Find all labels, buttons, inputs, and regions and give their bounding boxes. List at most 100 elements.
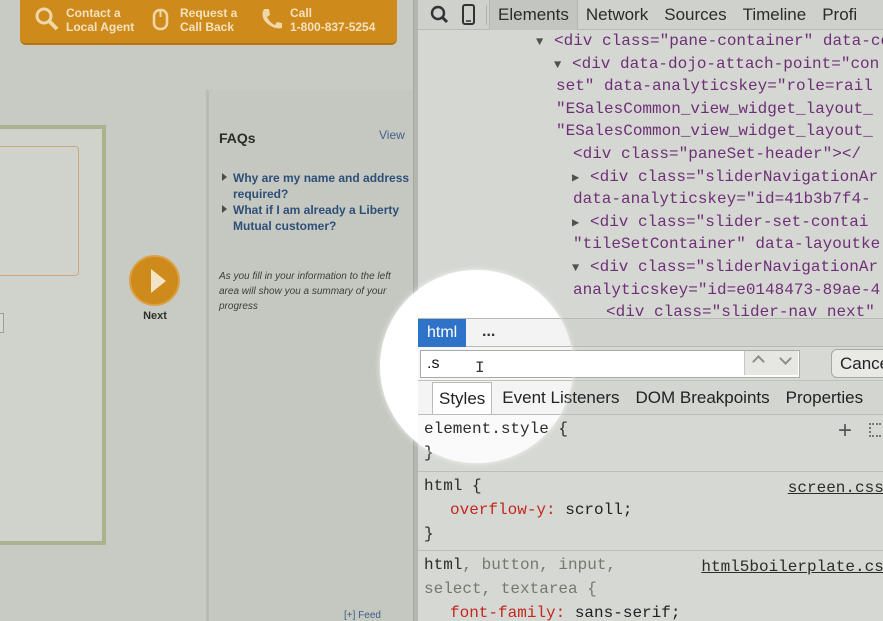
tab-elements[interactable]: Elements	[489, 0, 578, 30]
expand-right-icon[interactable]: ▶	[572, 167, 590, 190]
rule-boilerplate-selector-main: html	[424, 556, 463, 574]
dom-node-line[interactable]: ▼ <div data-dojo-attach-point="con	[554, 53, 879, 77]
dom-node-text: <div class="slider-nav next"	[606, 303, 875, 318]
search-cancel-button[interactable]: Cance	[831, 349, 883, 378]
rule-html-close: }	[424, 525, 434, 543]
font-family-value[interactable]: sans-serif;	[575, 604, 681, 621]
dom-node-text: data-analyticskey="id=41b3b7f4-	[573, 190, 871, 209]
call-phone-link[interactable]: Call 1-800-837-5254	[258, 6, 375, 34]
cursor-spotlight: html ... .s I Styles Event Listeners ele…	[380, 270, 573, 463]
next-button[interactable]	[129, 255, 180, 306]
tab-profiles[interactable]: Profi	[814, 0, 865, 30]
dom-node-line[interactable]: "ESalesCommon_view_widget_layout_	[556, 98, 873, 121]
rule-html-source[interactable]: screen.css:1	[788, 476, 883, 500]
request-callback-link[interactable]: Request a Call Back	[148, 6, 237, 34]
faq-title: FAQs	[219, 130, 256, 146]
spotlight-search-input[interactable]: .s	[420, 350, 573, 378]
dom-node-text: "ESalesCommon_view_widget_layout_	[556, 122, 873, 141]
add-rule-icon[interactable]: +	[838, 419, 852, 443]
search-agent-icon	[34, 6, 60, 32]
phone-icon	[258, 6, 284, 32]
dom-node-line[interactable]: <div class="paneSet-header"></	[573, 143, 861, 166]
dom-node-line[interactable]: <div class="slider-nav next"	[606, 301, 875, 318]
spotlight-subtabs: Styles Event Listeners	[418, 381, 573, 415]
contact-agent-line2: Local Agent	[66, 20, 135, 34]
spotlight-rule-element-style[interactable]: element.style { }	[418, 417, 573, 463]
dom-node-line[interactable]: analyticskey="id=e0148473-89ae-4	[573, 279, 880, 302]
dom-node-line[interactable]: ▼ <div class="pane-container" data-co	[536, 30, 883, 54]
spotlight-breadcrumb-html[interactable]: html	[418, 319, 467, 347]
dom-node-text: <div class="pane-container" data-co	[554, 32, 883, 50]
dom-node-line[interactable]: ▶ <div class="slider-set-contai	[572, 211, 868, 235]
spotlight-breadcrumb-more[interactable]: ...	[482, 319, 495, 345]
phone-number: 1-800-837-5254	[290, 20, 376, 34]
faq-item-name-address[interactable]: Why are my name and address required?	[221, 170, 411, 202]
rule-boilerplate-property: font-family: sans-serif;	[450, 604, 681, 621]
dom-node-line[interactable]: "tileSetContainer" data-layoutke	[573, 233, 880, 256]
spotlight-subtab-event-listeners[interactable]: Event Listeners	[496, 382, 573, 414]
spotlight-breadcrumb: html ...	[418, 318, 573, 347]
rule-html[interactable]: screen.css:1 html { overflow-y: scroll; …	[418, 474, 883, 551]
dom-node-text: <div class="slider-set-contai	[590, 212, 869, 231]
font-family-prop[interactable]: font-family	[450, 604, 556, 621]
spotlight-subtab-styles[interactable]: Styles	[432, 382, 493, 414]
next-label: Next	[143, 310, 167, 322]
dom-node-line[interactable]: "ESalesCommon_view_widget_layout_	[556, 120, 873, 143]
text-cursor-icon: I	[475, 359, 485, 377]
form-text-area[interactable]	[0, 146, 79, 276]
contact-agent-link[interactable]: Contact a Local Agent	[34, 6, 134, 34]
spotlight-styles-pane: element.style { }	[418, 415, 573, 463]
dom-node-line[interactable]: ▶ <div class="sliderNavigationAr	[572, 166, 878, 190]
inspect-search-icon[interactable]	[418, 0, 454, 30]
expand-down-icon[interactable]: ▼	[572, 257, 590, 280]
dom-node-text: <div data-dojo-attach-point="con	[572, 54, 880, 73]
search-nav	[744, 351, 798, 375]
request-callback-line2: Call Back	[180, 20, 235, 34]
tab-sources[interactable]: Sources	[656, 0, 734, 30]
expand-down-icon[interactable]: ▼	[554, 54, 572, 77]
feedback-link[interactable]: [+] Feed	[344, 610, 381, 621]
devtools-toolbar: Elements Network Sources Timeline Profi	[418, 0, 883, 30]
contact-bar: Contact a Local Agent Request a Call Back …	[20, 0, 397, 45]
spotlight-element-style-close: }	[424, 444, 434, 462]
rule-html-selector: html {	[424, 477, 482, 495]
dom-node-line[interactable]: set" data-analyticskey="role=rail	[556, 75, 873, 98]
webpage-viewport: Contact a Local Agent Request a Call Back …	[0, 0, 417, 621]
dom-node-text: "tileSetContainer" data-layoutke	[573, 235, 881, 254]
dom-node-text: "ESalesCommon_view_widget_layout_	[556, 99, 873, 118]
device-mode-icon[interactable]	[454, 0, 484, 30]
contact-agent-line1: Contact a	[66, 6, 121, 20]
small-input-field[interactable]	[0, 313, 4, 333]
subtab-dom-breakpoints[interactable]: DOM Breakpoints	[629, 382, 775, 414]
dom-node-line[interactable]: data-analyticskey="id=41b3b7f4-	[573, 188, 871, 211]
faq-item-existing-customer[interactable]: What if I am already a Liberty Mutual cu…	[221, 202, 411, 234]
dom-node-text: set" data-analyticskey="role=rail	[556, 77, 873, 96]
faq-view-link[interactable]: View	[379, 128, 405, 142]
rule-boilerplate[interactable]: html5boilerplate.css: html, button, inpu…	[418, 553, 883, 621]
rule-menu-icon[interactable]	[869, 423, 881, 437]
dom-node-text: <div class="sliderNavigationAr	[590, 258, 879, 276]
search-next-icon[interactable]	[772, 351, 799, 375]
tab-network[interactable]: Network	[578, 0, 656, 30]
tab-timeline[interactable]: Timeline	[735, 0, 815, 30]
dom-node-text: <div class="sliderNavigationAr	[590, 167, 879, 186]
search-prev-icon[interactable]	[745, 351, 772, 375]
subtab-properties[interactable]: Properties	[780, 382, 869, 414]
rule-boilerplate-selector-line2: select, textarea {	[424, 580, 597, 598]
dom-node-line[interactable]: ▼ <div class="sliderNavigationAr	[572, 256, 878, 280]
dom-node-text: <div class="paneSet-header"></	[573, 145, 862, 163]
spotlight-search-bar: .s I	[418, 347, 573, 381]
call-label: Call	[290, 6, 313, 20]
rule-boilerplate-source[interactable]: html5boilerplate.css:	[701, 555, 883, 579]
rule-html-property: overflow-y: scroll;	[450, 501, 633, 519]
expand-down-icon[interactable]: ▼	[536, 31, 554, 54]
rule-boilerplate-selector-rest: , button, input,	[462, 556, 617, 574]
request-callback-line1: Request a	[180, 6, 238, 20]
overflow-y-prop[interactable]: overflow-y	[450, 501, 546, 519]
overflow-y-value[interactable]: scroll;	[565, 501, 632, 519]
dom-node-text: analyticskey="id=e0148473-89ae-4	[573, 280, 881, 299]
spotlight-element-style-selector: element.style {	[424, 420, 569, 438]
expand-right-icon[interactable]: ▶	[572, 212, 590, 235]
faq-list: Why are my name and address required? Wh…	[221, 170, 411, 234]
mouse-icon	[148, 6, 174, 32]
